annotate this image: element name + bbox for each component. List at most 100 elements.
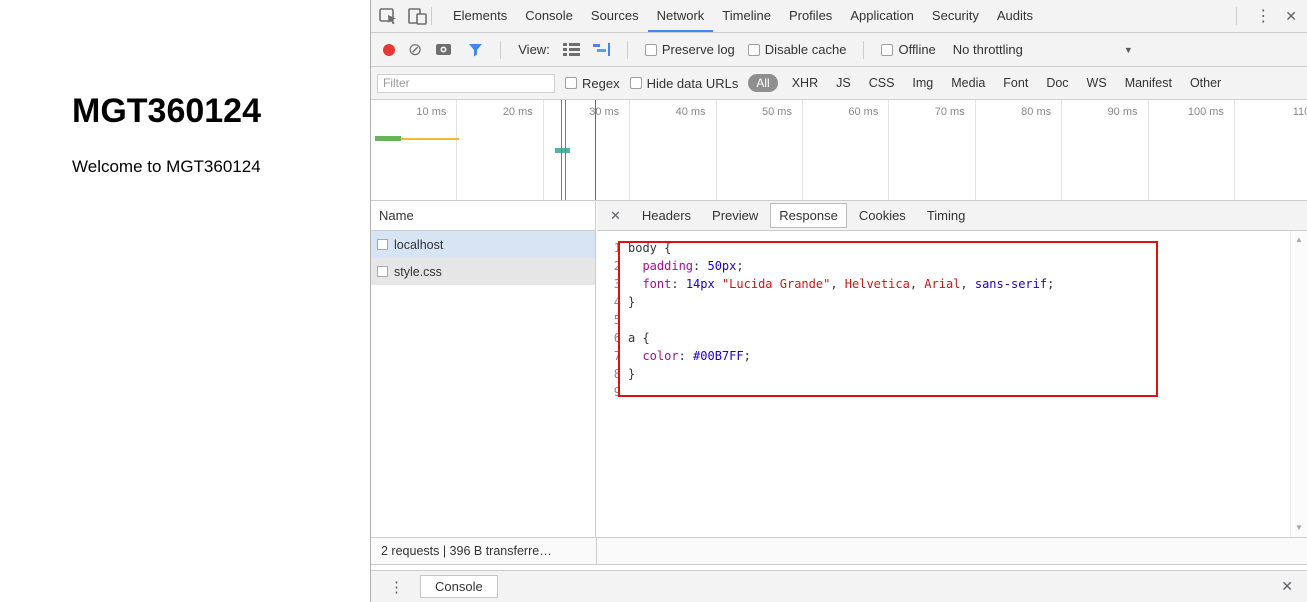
code-line: color: #00B7FF; (642, 349, 751, 363)
filter-type-css[interactable]: CSS (865, 76, 899, 90)
request-name: localhost (394, 237, 444, 252)
code-line: padding: 50px; (642, 259, 744, 273)
toolbar-separator (1236, 7, 1238, 25)
code-line: font: 14px "Lucida Grande", Helvetica, A… (642, 277, 1055, 291)
regex-checkbox[interactable]: Regex (565, 76, 620, 91)
request-row-localhost[interactable]: localhost (371, 231, 595, 258)
detail-close-icon[interactable]: ✕ (601, 208, 630, 224)
filter-type-media[interactable]: Media (947, 76, 989, 90)
device-toolbar-icon[interactable] (408, 7, 427, 25)
checkbox-icon[interactable] (565, 77, 577, 89)
request-name: style.css (394, 264, 442, 279)
filter-type-all[interactable]: All (748, 74, 778, 92)
stylesheet-file-icon (377, 266, 388, 277)
code-area: 123456789 body { padding: 50px; font: 14… (597, 231, 1307, 401)
filter-funnel-icon[interactable] (468, 43, 483, 57)
record-button[interactable] (383, 43, 395, 56)
tab-timeline[interactable]: Timeline (713, 0, 780, 32)
detail-tab-cookies[interactable]: Cookies (850, 203, 915, 228)
waterfall-view-icon[interactable] (592, 43, 610, 56)
detail-tab-headers[interactable]: Headers (633, 203, 700, 228)
checkbox-icon[interactable] (644, 43, 657, 56)
request-row-stylecss[interactable]: style.css (371, 258, 595, 285)
tab-network[interactable]: Network (647, 0, 714, 32)
tab-elements[interactable]: Elements (444, 0, 516, 32)
timeline-tick: 90 ms (1062, 100, 1149, 200)
name-column-header[interactable]: Name (371, 201, 595, 231)
toolbar-separator (863, 40, 865, 59)
page-title: MGT360124 (72, 92, 261, 130)
response-viewer: 123456789 body { padding: 50px; font: 14… (597, 231, 1307, 537)
code-line: body { (628, 241, 672, 255)
filter-type-ws[interactable]: WS (1083, 76, 1111, 90)
checkbox-icon[interactable] (747, 43, 760, 56)
tab-console[interactable]: Console (516, 0, 582, 32)
code-gutter: 123456789 (613, 241, 621, 399)
filter-type-img[interactable]: Img (908, 76, 937, 90)
toolbar-separator (626, 40, 628, 59)
document-file-icon (377, 239, 388, 250)
tab-audits[interactable]: Audits (988, 0, 1042, 32)
detail-tab-response[interactable]: Response (770, 203, 847, 228)
tab-security[interactable]: Security (923, 0, 988, 32)
timeline-tick: 110 (1235, 100, 1307, 200)
network-status-bar: 2 requests | 396 B transferre… (371, 537, 1307, 565)
drawer-menu-icon[interactable]: ⋮ (381, 578, 412, 596)
devtools-main-toolbar: Elements Console Sources Network Timelin… (371, 0, 1307, 33)
hide-data-urls-checkbox[interactable]: Hide data URLs (629, 76, 738, 91)
network-overview-timeline[interactable]: 10 ms 20 ms 30 ms 40 ms 50 ms 60 ms 70 m… (371, 100, 1307, 201)
chevron-down-icon: ▼ (1123, 44, 1133, 55)
requests-summary: 2 requests | 396 B transferre… (381, 544, 552, 558)
timeline-tick: 10 ms (371, 100, 458, 200)
response-scrollbar[interactable]: ▲ ▼ (1290, 231, 1307, 537)
devtools-close-icon[interactable]: ✕ (1285, 8, 1297, 25)
inspect-element-icon[interactable] (379, 7, 398, 25)
drawer-close-icon[interactable]: ✕ (1281, 578, 1293, 595)
clear-icon[interactable]: ⊘ (408, 41, 422, 58)
filter-type-js[interactable]: JS (832, 76, 855, 90)
throttling-select[interactable]: No throttling ▼ (953, 42, 1133, 57)
tab-application[interactable]: Application (841, 0, 923, 32)
requests-list-panel: Name localhost style.css (371, 201, 596, 537)
drawer-tab-console[interactable]: Console (420, 575, 498, 598)
tab-profiles[interactable]: Profiles (780, 0, 841, 32)
request-detail-panel: ✕ Headers Preview Response Cookies Timin… (597, 201, 1307, 537)
filter-type-xhr[interactable]: XHR (788, 76, 822, 90)
checkbox-icon[interactable] (881, 43, 894, 56)
waterfall-bar-stylecss (555, 148, 570, 153)
timeline-tick: 100 ms (1149, 100, 1235, 200)
status-divider (596, 538, 597, 564)
event-marker-green (565, 100, 566, 200)
scroll-up-icon[interactable]: ▲ (1295, 236, 1303, 244)
screenshot-camera-icon[interactable] (435, 42, 455, 57)
timeline-tick: 80 ms (976, 100, 1063, 200)
filter-type-other[interactable]: Other (1186, 76, 1225, 90)
timeline-ruler: 10 ms 20 ms 30 ms 40 ms 50 ms 60 ms 70 m… (371, 100, 1307, 200)
detail-tab-timing[interactable]: Timing (918, 203, 975, 228)
waterfall-bar-localhost (375, 136, 401, 141)
devtools-menu-icon[interactable]: ⋮ (1255, 6, 1271, 26)
waterfall-bar-localhost-tail (401, 138, 459, 140)
detail-tab-preview[interactable]: Preview (703, 203, 767, 228)
filter-type-manifest[interactable]: Manifest (1121, 76, 1176, 90)
preserve-log-checkbox[interactable]: Preserve log (644, 42, 735, 57)
checkbox-icon[interactable] (629, 77, 642, 89)
code-lines: body { padding: 50px; font: 14px "Lucida… (621, 239, 1054, 401)
code-line: a { (628, 331, 650, 345)
filter-type-font[interactable]: Font (999, 76, 1032, 90)
filter-type-doc[interactable]: Doc (1042, 76, 1072, 90)
disable-cache-label: Disable cache (764, 42, 847, 57)
tab-sources[interactable]: Sources (582, 0, 648, 32)
timeline-tick: 40 ms (630, 100, 717, 200)
code-line: } (628, 367, 636, 381)
offline-checkbox[interactable]: Offline (881, 42, 936, 57)
devtools-drawer: ⋮ Console ✕ (371, 570, 1307, 602)
timeline-tick: 60 ms (803, 100, 890, 200)
disable-cache-checkbox[interactable]: Disable cache (747, 42, 847, 57)
devtools-panel: Elements Console Sources Network Timelin… (370, 0, 1307, 602)
domcontentloaded-marker (561, 100, 562, 200)
scroll-down-icon[interactable]: ▼ (1295, 524, 1303, 532)
list-view-icon[interactable] (562, 43, 580, 56)
filter-input[interactable] (377, 73, 555, 93)
